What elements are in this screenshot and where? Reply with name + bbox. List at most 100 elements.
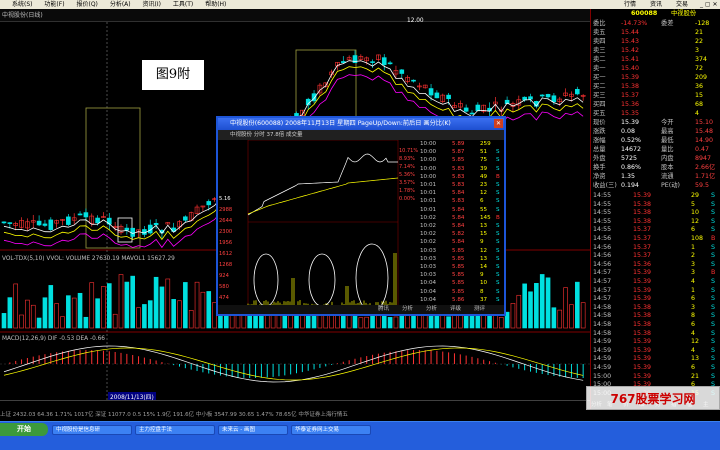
popup-tick-row: 10:01 5.83 23 S: [418, 181, 504, 189]
chart-title: 中视股份(日线): [2, 12, 43, 19]
intraday-axis-label: 1956: [219, 240, 232, 246]
menu-tools[interactable]: 工具(T): [173, 0, 193, 9]
volume-bar: [136, 307, 141, 329]
start-button[interactable]: 开始: [0, 423, 48, 436]
volume-bar: [563, 287, 568, 329]
quote-row: 收益(三) 0.194 PE(动) 59.5: [591, 181, 720, 190]
quote-label: 卖五: [593, 29, 606, 36]
candle-body: [446, 94, 451, 100]
volume-bar: [534, 283, 539, 329]
volume-bar: [42, 297, 48, 329]
tick-time: 10:02: [420, 223, 437, 229]
popup-tab[interactable]: 评级: [450, 305, 461, 314]
volume-bar: [30, 304, 36, 329]
tick-time: 10:00: [420, 157, 437, 164]
intraday-pct-label: 1.78%: [399, 188, 415, 194]
volume-bar: [516, 294, 522, 329]
quote-label2: 股本: [661, 164, 674, 171]
candle-body: [42, 223, 48, 226]
menu-quote[interactable]: 报价(Q): [76, 0, 97, 9]
task-button[interactable]: 主力控盘手法: [135, 425, 215, 435]
tick-volume: 23: [480, 182, 488, 188]
tick-volume: 13: [480, 223, 488, 229]
volume-bar: [183, 282, 188, 329]
popup-tick-row: 10:03 5.85 9 S: [418, 271, 504, 279]
quote-label: 净资: [593, 173, 606, 180]
intraday-pct-label: 8.93%: [399, 156, 415, 162]
btn-quote[interactable]: 行情: [624, 0, 636, 9]
btn-trade[interactable]: 交易: [676, 0, 688, 9]
candle-body: [545, 94, 551, 98]
candle-body: [77, 213, 83, 216]
intraday-axis-label: 1612: [219, 251, 232, 257]
tick-price: 5.85: [452, 280, 465, 287]
quote-label: 涨跌: [593, 128, 606, 135]
menu-analysis[interactable]: 分析(A): [110, 0, 131, 9]
tick-time: 10:03: [420, 247, 437, 254]
task-button[interactable]: 未来云 - 画图: [218, 425, 288, 435]
quote-value: 1.35: [621, 173, 636, 180]
quote-value: 15.40: [621, 65, 640, 72]
volume-bar: [19, 314, 24, 329]
popup-title[interactable]: 中视股份(600088) 2008年11月13日 星期四 PageUp/Down…: [218, 118, 504, 130]
volume-bar: [112, 313, 118, 329]
intraday-pct-label: 7.14%: [399, 164, 415, 170]
popup-close-icon[interactable]: ✕: [494, 119, 503, 128]
candle-body: [1, 221, 7, 224]
tick-price: 5.86: [452, 296, 465, 303]
tick-volume: 75: [480, 157, 488, 164]
macd-indicator-label: MACD(12,26,9) DIF -0.53 DEA -0.66: [2, 336, 105, 342]
popup-tick-row: 10:01 5.84 55 S: [418, 206, 504, 214]
tick-time: 10:03: [420, 264, 437, 270]
popup-tick-row: 10:01 5.84 12 S: [418, 189, 504, 197]
chart-bottom-bar: [0, 400, 590, 410]
popup-tab[interactable]: 分析: [426, 305, 437, 314]
volume-bar: [551, 307, 557, 329]
volume-bar: [7, 297, 13, 329]
quote-label2: 最低: [661, 137, 674, 144]
tick-volume: 8: [480, 288, 484, 295]
btn-news[interactable]: 资讯: [650, 0, 662, 9]
menu-help[interactable]: 帮助(H): [205, 0, 226, 9]
quote-row: 卖三 15.42 3: [591, 46, 720, 55]
popup-tab[interactable]: 测评: [474, 305, 485, 314]
menu-system[interactable]: 系统(S): [12, 0, 33, 9]
tick-direction: B: [496, 214, 500, 221]
menu-function[interactable]: 功能(F): [44, 0, 64, 9]
quote-label2: 量比: [661, 146, 674, 153]
quote-value2: 0.47: [695, 146, 710, 153]
tick-time: 10:02: [420, 231, 437, 238]
tick-price: 5.85: [452, 288, 465, 295]
tick-direction: S: [496, 255, 500, 262]
tick-time: 10:04: [420, 288, 437, 295]
quote-value2: 1.71亿: [695, 173, 716, 180]
window-controls[interactable]: _ ▢ ✕: [700, 0, 718, 9]
volume-bar: [165, 278, 171, 329]
popup-tick-row: 10:04 5.85 10 S: [418, 279, 504, 287]
quote-row: 涨幅 0.52% 最低 14.90: [591, 136, 720, 145]
tick-price: 5.85: [452, 255, 465, 262]
quote-label2: 委差: [661, 20, 674, 27]
volume-bar: [153, 276, 159, 329]
candle-body: [183, 216, 188, 221]
popup-tab[interactable]: 腾讯: [378, 305, 389, 314]
popup-tab[interactable]: 分析: [402, 305, 413, 314]
quote-value: 15.36: [621, 101, 640, 108]
volume-bar: [364, 316, 370, 329]
task-button[interactable]: 中视股份是信息研: [52, 425, 132, 435]
quote-value2: 59.5: [695, 182, 710, 189]
quote-row: 外盘 5725 内盘 8947: [591, 154, 720, 163]
intraday-popup-window[interactable]: 中视股份(600088) 2008年11月13日 星期四 PageUp/Down…: [216, 116, 506, 316]
quote-value2: 15.48: [695, 128, 714, 135]
volume-bar: [510, 303, 516, 329]
tick-time: 10:00: [420, 165, 437, 172]
volume-bar: [446, 316, 451, 329]
volume-bar: [569, 304, 574, 329]
quote-value2: 21: [695, 29, 704, 36]
tick-direction: S: [496, 223, 500, 229]
menu-info[interactable]: 资讯(I): [143, 0, 161, 9]
task-button[interactable]: 华泰证券网上交易: [291, 425, 371, 435]
quote-label: 买五: [593, 110, 606, 117]
tick-volume: 14: [480, 264, 488, 270]
intraday-axis-label: 580: [219, 284, 229, 290]
